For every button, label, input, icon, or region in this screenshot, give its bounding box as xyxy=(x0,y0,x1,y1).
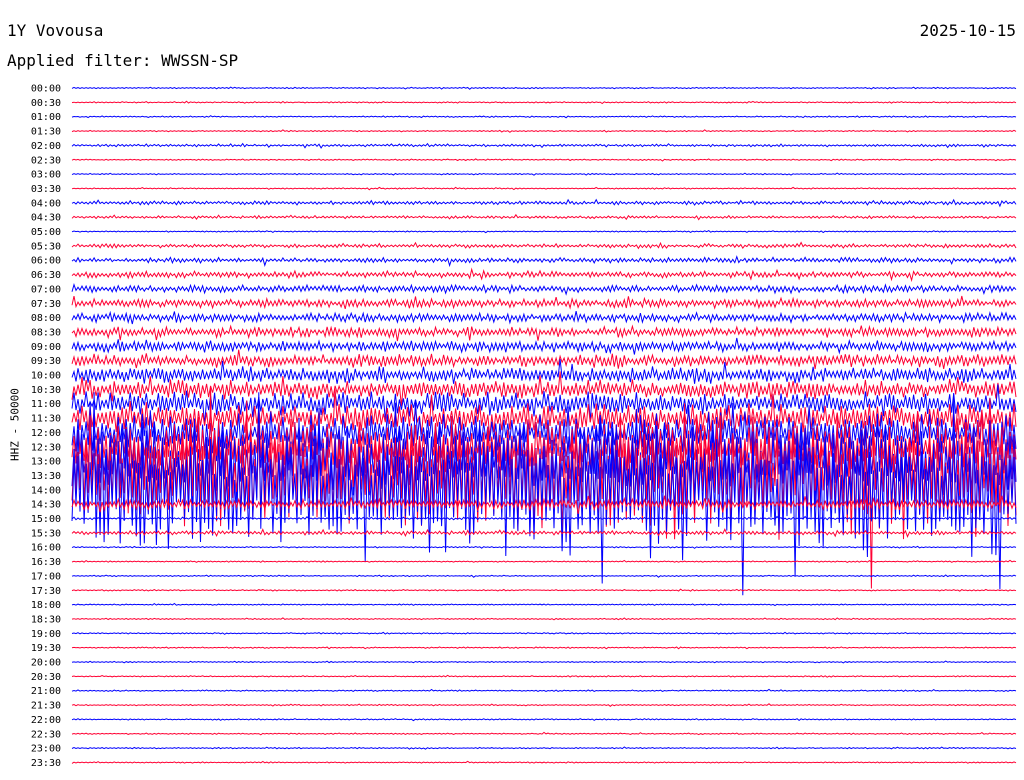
time-label-1730: 17:30 xyxy=(31,586,61,597)
trace-row-2330 xyxy=(71,760,1017,764)
trace-row-0830 xyxy=(71,324,1017,342)
trace-row-0730 xyxy=(71,295,1017,310)
trace-row-1800 xyxy=(71,602,1017,607)
time-label-0930: 09:30 xyxy=(31,356,61,367)
time-label-2200: 22:00 xyxy=(31,715,61,726)
trace-row-1600 xyxy=(71,545,1017,549)
trace-row-0600 xyxy=(71,255,1017,268)
trace-row-0700 xyxy=(71,283,1017,296)
time-label-2130: 21:30 xyxy=(31,701,61,712)
time-label-1330: 13:30 xyxy=(31,471,61,482)
time-label-1030: 10:30 xyxy=(31,385,61,396)
trace-row-0430 xyxy=(71,213,1017,221)
trace-row-0630 xyxy=(71,267,1017,283)
time-label-1500: 15:00 xyxy=(31,514,61,525)
time-label-1700: 17:00 xyxy=(31,571,61,582)
time-label-2230: 22:30 xyxy=(31,729,61,740)
time-label-0300: 03:00 xyxy=(31,170,61,181)
time-label-0900: 09:00 xyxy=(31,342,61,353)
time-label-1630: 16:30 xyxy=(31,557,61,568)
time-label-0800: 08:00 xyxy=(31,313,61,324)
time-label-0130: 01:30 xyxy=(31,127,61,138)
time-label-1100: 11:00 xyxy=(31,399,61,410)
seismogram-plot: 00:00 00:30 01:00 01:30 02:00 02:30 03:00 03:30… xyxy=(31,84,1017,769)
time-label-1000: 10:00 xyxy=(31,371,61,382)
time-label-2300: 23:00 xyxy=(31,744,61,755)
time-label-1530: 15:30 xyxy=(31,528,61,539)
time-label-2030: 20:30 xyxy=(31,672,61,683)
time-label-1230: 12:30 xyxy=(31,442,61,453)
trace-row-1630 xyxy=(71,559,1017,563)
trace-row-0100 xyxy=(71,115,1017,119)
trace-row-1530 xyxy=(71,528,1017,538)
time-label-1200: 12:00 xyxy=(31,428,61,439)
trace-row-2200 xyxy=(71,718,1017,722)
trace-row-0900 xyxy=(71,337,1017,355)
trace-row-0500 xyxy=(71,230,1017,234)
time-label-1830: 18:30 xyxy=(31,614,61,625)
trace-row-0530 xyxy=(71,241,1017,250)
time-label-0730: 07:30 xyxy=(31,299,61,310)
trace-row-0800 xyxy=(71,310,1017,325)
trace-row-2100 xyxy=(71,688,1017,692)
trace-row-2030 xyxy=(71,674,1017,678)
time-label-0530: 05:30 xyxy=(31,241,61,252)
time-label-1900: 19:00 xyxy=(31,629,61,640)
trace-row-1730 xyxy=(71,588,1017,592)
trace-row-2000 xyxy=(71,660,1017,664)
trace-row-1930 xyxy=(71,646,1017,650)
trace-row-0200 xyxy=(71,142,1017,149)
trace-row-0930 xyxy=(71,349,1017,370)
trace-row-2300 xyxy=(71,746,1017,750)
trace-row-0030 xyxy=(71,100,1017,105)
time-label-2330: 23:30 xyxy=(31,758,61,769)
trace-row-0230 xyxy=(71,158,1017,162)
trace-row-1830 xyxy=(71,617,1017,621)
trace-rows xyxy=(71,86,1017,764)
time-label-0700: 07:00 xyxy=(31,284,61,295)
time-label-1400: 14:00 xyxy=(31,485,61,496)
trace-row-1900 xyxy=(71,631,1017,635)
time-label-2000: 20:00 xyxy=(31,658,61,669)
time-label-0400: 04:00 xyxy=(31,198,61,209)
time-label-0500: 05:00 xyxy=(31,227,61,238)
time-label-1130: 11:30 xyxy=(31,414,61,425)
trace-row-0300 xyxy=(71,172,1017,176)
time-label-1800: 18:00 xyxy=(31,600,61,611)
trace-row-1700 xyxy=(71,574,1017,578)
time-label-0200: 02:00 xyxy=(31,141,61,152)
time-label-0430: 04:30 xyxy=(31,213,61,224)
time-label-0100: 01:00 xyxy=(31,112,61,123)
time-label-0330: 03:30 xyxy=(31,184,61,195)
time-label-2100: 21:00 xyxy=(31,686,61,697)
time-labels: 00:00 00:30 01:00 01:30 02:00 02:30 03:00 03:30… xyxy=(31,84,61,769)
time-label-0030: 00:30 xyxy=(31,98,61,109)
time-label-0830: 08:30 xyxy=(31,327,61,338)
time-label-1300: 13:00 xyxy=(31,457,61,468)
trace-row-2230 xyxy=(71,731,1017,736)
time-label-1430: 14:30 xyxy=(31,500,61,511)
time-label-0230: 02:30 xyxy=(31,155,61,166)
time-label-1930: 19:30 xyxy=(31,643,61,654)
trace-row-0000 xyxy=(71,86,1017,90)
trace-row-0400 xyxy=(71,198,1017,208)
time-label-0000: 00:00 xyxy=(31,84,61,95)
trace-row-0130 xyxy=(71,129,1017,133)
trace-row-0330 xyxy=(71,186,1017,191)
time-label-0630: 06:30 xyxy=(31,270,61,281)
trace-row-2130 xyxy=(71,703,1017,707)
time-label-0600: 06:00 xyxy=(31,256,61,267)
time-label-1600: 16:00 xyxy=(31,543,61,554)
